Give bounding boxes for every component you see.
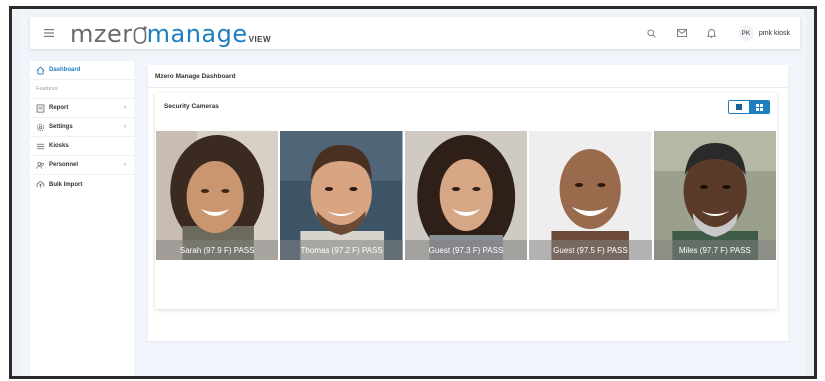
bell-icon bbox=[707, 29, 717, 38]
app-window: mzer manage VIEW PK pmk kiosk Dashboard … bbox=[9, 6, 817, 379]
top-header: mzer manage VIEW PK pmk kiosk bbox=[30, 17, 800, 49]
list-icon bbox=[36, 142, 45, 151]
sidebar-item-label: Report bbox=[49, 105, 69, 111]
people-icon bbox=[36, 161, 45, 170]
sidebar-item-report[interactable]: Report › bbox=[30, 99, 134, 118]
camera-status-label: Miles (97.7 F) PASS bbox=[653, 240, 777, 260]
sidebar-item-dashboard[interactable]: Dashboard bbox=[30, 61, 134, 80]
camera-feed-row: Sarah (97.9 F) PASS Thomas (97.2 F) PASS… bbox=[156, 131, 777, 260]
dashboard-panel: Mzero Manage Dashboard Security Cameras bbox=[148, 65, 788, 341]
sidebar-item-label: Dashboard bbox=[49, 67, 81, 73]
user-name: pmk kiosk bbox=[758, 29, 790, 37]
brand-zero-icon bbox=[133, 26, 147, 44]
cloud-upload-icon bbox=[36, 180, 45, 189]
sidebar-item-label: Settings bbox=[49, 124, 73, 130]
divider bbox=[148, 87, 788, 88]
sidebar: Dashboard Features Report › Settings › K… bbox=[30, 61, 134, 376]
grid-icon bbox=[755, 103, 763, 111]
page-title: Mzero Manage Dashboard bbox=[155, 73, 236, 80]
camera-feed[interactable]: Guest (97.5 F) PASS bbox=[529, 131, 652, 260]
sidebar-section-label: Features bbox=[30, 80, 134, 99]
home-icon bbox=[36, 65, 45, 75]
camera-status-label: Sarah (97.9 F) PASS bbox=[156, 240, 279, 260]
brand-suffix: VIEW bbox=[248, 35, 272, 44]
brand-logo[interactable]: mzer manage VIEW bbox=[70, 20, 271, 46]
menu-toggle-button[interactable] bbox=[34, 29, 64, 37]
brand-part1: mzer bbox=[70, 20, 133, 48]
sidebar-item-personnel[interactable]: Personnel › bbox=[30, 156, 134, 175]
notifications-button[interactable] bbox=[704, 25, 720, 41]
camera-feed[interactable]: Guest (97.3 F) PASS bbox=[404, 131, 528, 260]
mail-icon bbox=[676, 29, 687, 37]
hamburger-icon bbox=[44, 29, 54, 37]
camera-feed[interactable]: Miles (97.7 F) PASS bbox=[653, 131, 777, 260]
square-icon bbox=[736, 104, 742, 110]
camera-feed[interactable]: Sarah (97.9 F) PASS bbox=[156, 131, 279, 260]
security-cameras-card: Security Cameras Sarah (97.9 F) PASS Tho… bbox=[155, 93, 777, 309]
view-mode-toggle bbox=[728, 100, 770, 114]
user-menu[interactable]: PK pmk kiosk bbox=[737, 25, 790, 41]
sidebar-item-label: Kiosks bbox=[49, 143, 69, 149]
grid-view-button[interactable] bbox=[749, 101, 769, 113]
sidebar-item-bulk-import[interactable]: Bulk Import bbox=[30, 175, 134, 194]
sidebar-item-label: Personnel bbox=[49, 162, 79, 168]
header-actions: PK pmk kiosk bbox=[644, 25, 790, 41]
camera-status-label: Thomas (97.2 F) PASS bbox=[280, 240, 403, 260]
camera-feed[interactable]: Thomas (97.2 F) PASS bbox=[280, 131, 403, 260]
chevron-right-icon: › bbox=[124, 105, 126, 111]
search-button[interactable] bbox=[644, 25, 660, 41]
section-title: Security Cameras bbox=[164, 103, 219, 110]
single-view-button[interactable] bbox=[729, 101, 749, 113]
sidebar-item-label: Bulk Import bbox=[49, 181, 83, 188]
sidebar-item-kiosks[interactable]: Kiosks bbox=[30, 137, 134, 156]
chevron-right-icon: › bbox=[124, 162, 126, 168]
sidebar-item-settings[interactable]: Settings › bbox=[30, 118, 134, 137]
report-icon bbox=[36, 103, 45, 113]
camera-status-label: Guest (97.3 F) PASS bbox=[404, 240, 528, 260]
brand-part2: manage bbox=[146, 20, 248, 48]
messages-button[interactable] bbox=[674, 25, 690, 41]
avatar: PK bbox=[737, 25, 754, 41]
gear-icon bbox=[36, 123, 45, 132]
camera-status-label: Guest (97.5 F) PASS bbox=[529, 240, 652, 260]
chevron-right-icon: › bbox=[124, 124, 126, 130]
search-icon bbox=[647, 28, 656, 38]
